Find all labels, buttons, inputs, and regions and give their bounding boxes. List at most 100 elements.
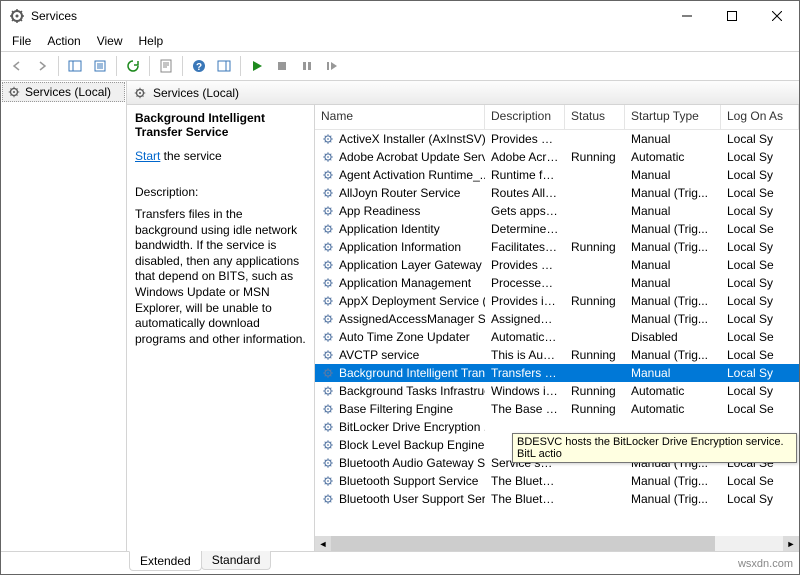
start-service-button[interactable] <box>245 54 269 78</box>
service-name-cell: Background Intelligent Tran... <box>339 366 485 380</box>
detail-pane: Background Intelligent Transfer Service … <box>127 105 315 551</box>
gear-icon <box>321 150 335 164</box>
tab-extended[interactable]: Extended <box>129 551 202 571</box>
refresh-button[interactable] <box>121 54 145 78</box>
scroll-thumb[interactable] <box>331 536 715 551</box>
view-tabs: Extended Standard <box>1 551 799 574</box>
service-status-cell <box>565 192 625 194</box>
service-status-cell <box>565 498 625 500</box>
service-name-cell: Auto Time Zone Updater <box>339 330 470 344</box>
service-row[interactable]: Background Intelligent Tran...Transfers … <box>315 364 799 382</box>
service-row[interactable]: Auto Time Zone UpdaterAutomatica...Disab… <box>315 328 799 346</box>
gear-icon <box>321 132 335 146</box>
service-name-cell: ActiveX Installer (AxInstSV) <box>339 132 485 146</box>
service-status-cell: Running <box>565 293 625 309</box>
menu-file[interactable]: File <box>5 32 38 50</box>
service-row[interactable]: App ReadinessGets apps re...ManualLocal … <box>315 202 799 220</box>
service-row[interactable]: Application IdentityDetermines ...Manual… <box>315 220 799 238</box>
restart-service-button[interactable] <box>320 54 344 78</box>
properties-button[interactable] <box>154 54 178 78</box>
service-startup-cell <box>625 426 721 428</box>
service-name-cell: AppX Deployment Service (... <box>339 294 485 308</box>
service-logon-cell: Local Sy <box>721 383 799 399</box>
service-name-cell: Adobe Acrobat Update Serv... <box>339 150 485 164</box>
service-desc-cell: AssignedAc... <box>485 311 565 327</box>
service-row[interactable]: Bluetooth Support ServiceThe Bluetoo...M… <box>315 472 799 490</box>
service-row[interactable]: AVCTP serviceThis is Audi...RunningManua… <box>315 346 799 364</box>
service-startup-cell: Manual (Trig... <box>625 347 721 363</box>
service-desc-cell: Facilitates t... <box>485 239 565 255</box>
service-row[interactable]: Application ManagementProcesses in...Man… <box>315 274 799 292</box>
menu-view[interactable]: View <box>90 32 130 50</box>
service-row[interactable]: AllJoyn Router ServiceRoutes AllJo...Man… <box>315 184 799 202</box>
service-startup-cell: Manual <box>625 275 721 291</box>
service-logon-cell <box>721 426 799 428</box>
toolbar: ? <box>1 51 799 81</box>
service-row[interactable]: AssignedAccessManager Se...AssignedAc...… <box>315 310 799 328</box>
content-header: Services (Local) <box>127 81 799 105</box>
close-button[interactable] <box>754 1 799 31</box>
service-status-cell <box>565 318 625 320</box>
service-list: Name Description Status Startup Type Log… <box>315 105 799 551</box>
service-row[interactable]: Application Layer Gateway ...Provides su… <box>315 256 799 274</box>
service-row[interactable]: Bluetooth User Support Ser...The Bluetoo… <box>315 490 799 508</box>
column-startup-type[interactable]: Startup Type <box>625 105 721 129</box>
service-desc-cell: Determines ... <box>485 221 565 237</box>
service-status-cell <box>565 282 625 284</box>
start-service-link[interactable]: Start <box>135 149 160 163</box>
gear-icon <box>321 168 335 182</box>
export-list-button[interactable] <box>88 54 112 78</box>
service-desc-cell: Gets apps re... <box>485 203 565 219</box>
stop-service-button[interactable] <box>270 54 294 78</box>
service-logon-cell: Local Sy <box>721 239 799 255</box>
pause-service-button[interactable] <box>295 54 319 78</box>
service-desc-cell: This is Audi... <box>485 347 565 363</box>
service-name-cell: App Readiness <box>339 204 420 218</box>
service-desc-cell: Provides inf... <box>485 293 565 309</box>
service-row[interactable]: Background Tasks Infrastruc...Windows in… <box>315 382 799 400</box>
service-desc-cell: The Bluetoo... <box>485 473 565 489</box>
service-name-cell: Bluetooth User Support Ser... <box>339 492 485 506</box>
service-row[interactable]: Adobe Acrobat Update Serv...Adobe Acro..… <box>315 148 799 166</box>
service-startup-cell: Manual <box>625 203 721 219</box>
scroll-right-button[interactable]: ► <box>783 536 799 551</box>
service-name-cell: Agent Activation Runtime_... <box>339 168 485 182</box>
nav-services-local[interactable]: Services (Local) <box>2 82 125 102</box>
column-status[interactable]: Status <box>565 105 625 129</box>
service-logon-cell: Local Se <box>721 185 799 201</box>
maximize-button[interactable] <box>709 1 754 31</box>
column-description[interactable]: Description <box>485 105 565 129</box>
minimize-button[interactable] <box>664 1 709 31</box>
gear-icon <box>321 204 335 218</box>
back-button[interactable] <box>5 54 29 78</box>
menu-action[interactable]: Action <box>40 32 87 50</box>
gear-icon <box>321 294 335 308</box>
service-row[interactable]: Base Filtering EngineThe Base Fil...Runn… <box>315 400 799 418</box>
column-name[interactable]: Name <box>315 105 485 129</box>
help-button[interactable]: ? <box>187 54 211 78</box>
service-row[interactable]: Application InformationFacilitates t...R… <box>315 238 799 256</box>
show-hide-tree-button[interactable] <box>63 54 87 78</box>
service-startup-cell: Manual (Trig... <box>625 473 721 489</box>
scroll-left-button[interactable]: ◄ <box>315 536 331 551</box>
service-name-cell: Application Layer Gateway ... <box>339 258 485 272</box>
service-name-cell: Application Management <box>339 276 471 290</box>
service-row[interactable]: ActiveX Installer (AxInstSV)Provides Us.… <box>315 130 799 148</box>
forward-button[interactable] <box>30 54 54 78</box>
service-logon-cell: Local Se <box>721 257 799 273</box>
service-status-cell <box>565 480 625 482</box>
service-startup-cell: Manual <box>625 131 721 147</box>
service-startup-cell: Manual <box>625 365 721 381</box>
service-logon-cell: Local Se <box>721 347 799 363</box>
service-row[interactable]: Agent Activation Runtime_...Runtime for.… <box>315 166 799 184</box>
show-hide-action-pane-button[interactable] <box>212 54 236 78</box>
horizontal-scrollbar[interactable]: ◄ ► <box>315 536 799 551</box>
tab-standard[interactable]: Standard <box>201 551 272 570</box>
nav-tree: Services (Local) <box>1 81 127 551</box>
service-startup-cell: Manual (Trig... <box>625 293 721 309</box>
service-logon-cell: Local Sy <box>721 275 799 291</box>
column-logon-as[interactable]: Log On As <box>721 105 799 129</box>
menu-help[interactable]: Help <box>132 32 171 50</box>
service-desc-cell <box>485 426 565 428</box>
service-row[interactable]: AppX Deployment Service (...Provides inf… <box>315 292 799 310</box>
